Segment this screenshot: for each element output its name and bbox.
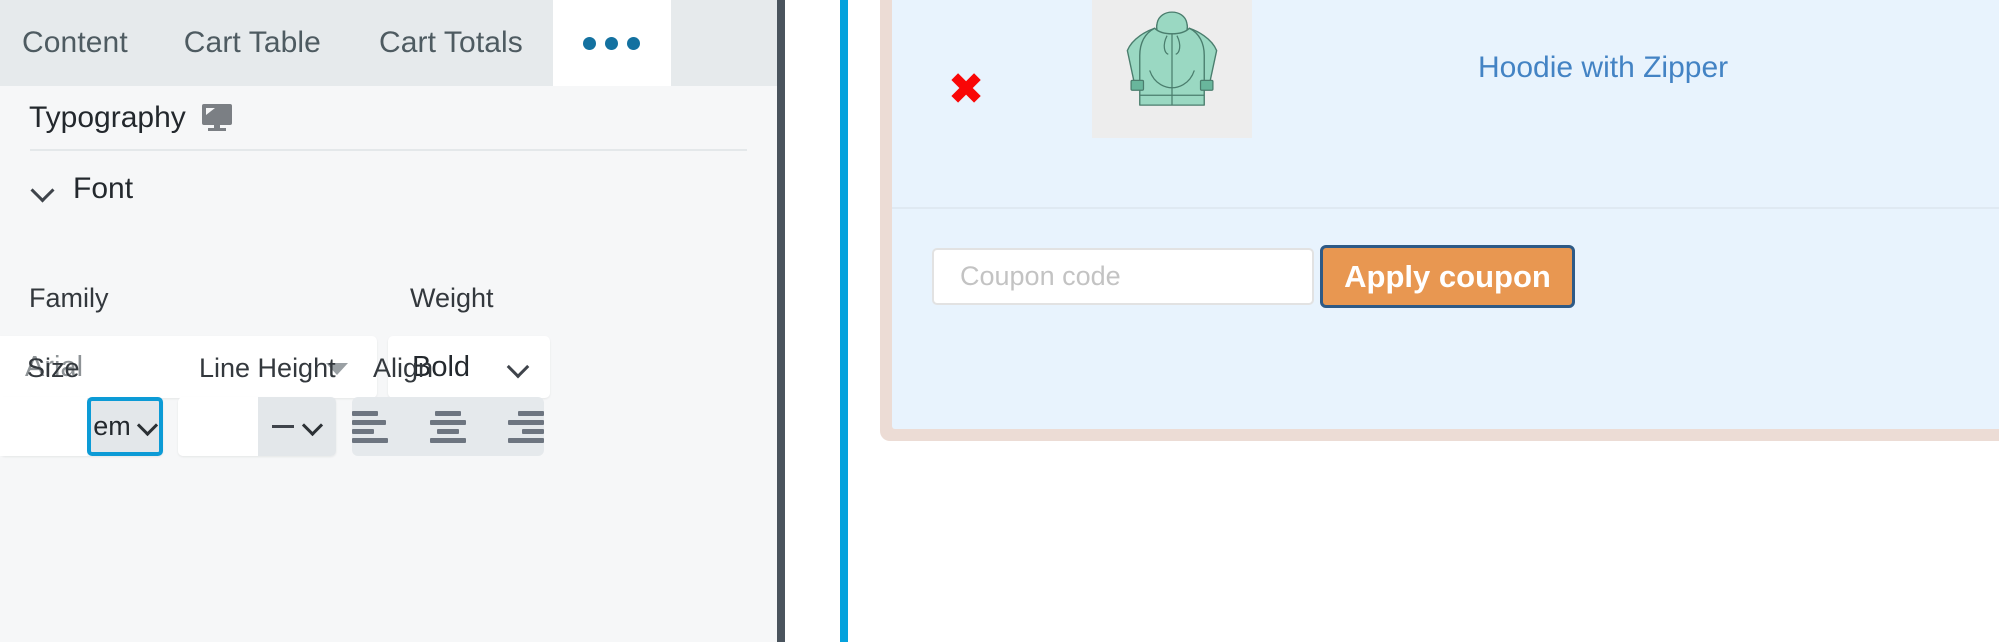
weight-label: Weight — [410, 283, 494, 313]
tab-more-options[interactable] — [552, 0, 671, 86]
cart-preview: ✖ Hoodie with Zipper Coupon code Apply c… — [848, 0, 1999, 642]
tab-cart-table-label: Cart Table — [183, 26, 321, 59]
chevron-down-icon — [139, 418, 157, 436]
chevron-down-icon — [508, 358, 528, 378]
typography-section-header: Typography — [0, 86, 777, 149]
apply-coupon-button[interactable]: Apply coupon — [1320, 245, 1575, 308]
tab-cart-totals[interactable]: Cart Totals — [349, 0, 553, 86]
gap-spacer — [785, 0, 840, 642]
align-left-icon[interactable] — [352, 397, 416, 456]
product-name-link[interactable]: Hoodie with Zipper — [1478, 51, 1728, 85]
dash-icon — [272, 425, 294, 428]
cart-card-inner: ✖ Hoodie with Zipper Coupon code Apply c… — [892, 0, 1999, 429]
tab-cart-totals-label: Cart Totals — [378, 26, 523, 59]
align-center-icon[interactable] — [416, 397, 480, 456]
size-label: Size — [27, 353, 80, 383]
chevron-down-icon — [30, 176, 56, 202]
line-height-control-group — [178, 397, 336, 456]
coupon-row: Apply coupon — [892, 211, 1999, 371]
panel-edge-rule — [777, 0, 785, 642]
size-input[interactable] — [0, 397, 87, 456]
size-control-group: em — [0, 397, 163, 456]
hoodie-thumbnail[interactable] — [1092, 0, 1252, 138]
tab-content-label: Content — [22, 26, 128, 59]
table-row: ✖ Hoodie with Zipper — [892, 0, 1999, 209]
align-label: Align — [373, 353, 434, 383]
line-height-unit-select[interactable] — [258, 397, 336, 456]
align-right-icon[interactable] — [480, 397, 544, 456]
size-unit-value: em — [93, 411, 131, 441]
font-accordion-toggle[interactable]: Font — [0, 151, 777, 227]
page-title: Typography — [29, 100, 186, 134]
cart-card: ✖ Hoodie with Zipper Coupon code Apply c… — [880, 0, 1999, 441]
align-button-group — [352, 397, 544, 456]
remove-x-icon[interactable]: ✖ — [946, 68, 986, 112]
chevron-down-icon — [304, 418, 322, 436]
tab-strip: Content Cart Table Cart Totals — [0, 0, 777, 86]
font-accordion-label: Font — [73, 172, 134, 205]
editor-panel: Content Cart Table Cart Totals Typograph… — [0, 0, 777, 642]
screen-root: Content Cart Table Cart Totals Typograph… — [0, 0, 1999, 642]
size-unit-select[interactable]: em — [87, 397, 163, 456]
family-label: Family — [29, 283, 109, 313]
monitor-icon[interactable] — [201, 104, 232, 131]
ellipsis-icon — [583, 36, 641, 50]
line-height-input[interactable] — [178, 397, 258, 456]
preview-edge-rule — [840, 0, 848, 642]
line-height-label: Line Height — [199, 353, 336, 383]
tab-cart-table[interactable]: Cart Table — [156, 0, 349, 86]
tab-content[interactable]: Content — [0, 0, 156, 86]
panel-bottom-strip — [0, 636, 777, 642]
coupon-input[interactable] — [932, 248, 1314, 305]
